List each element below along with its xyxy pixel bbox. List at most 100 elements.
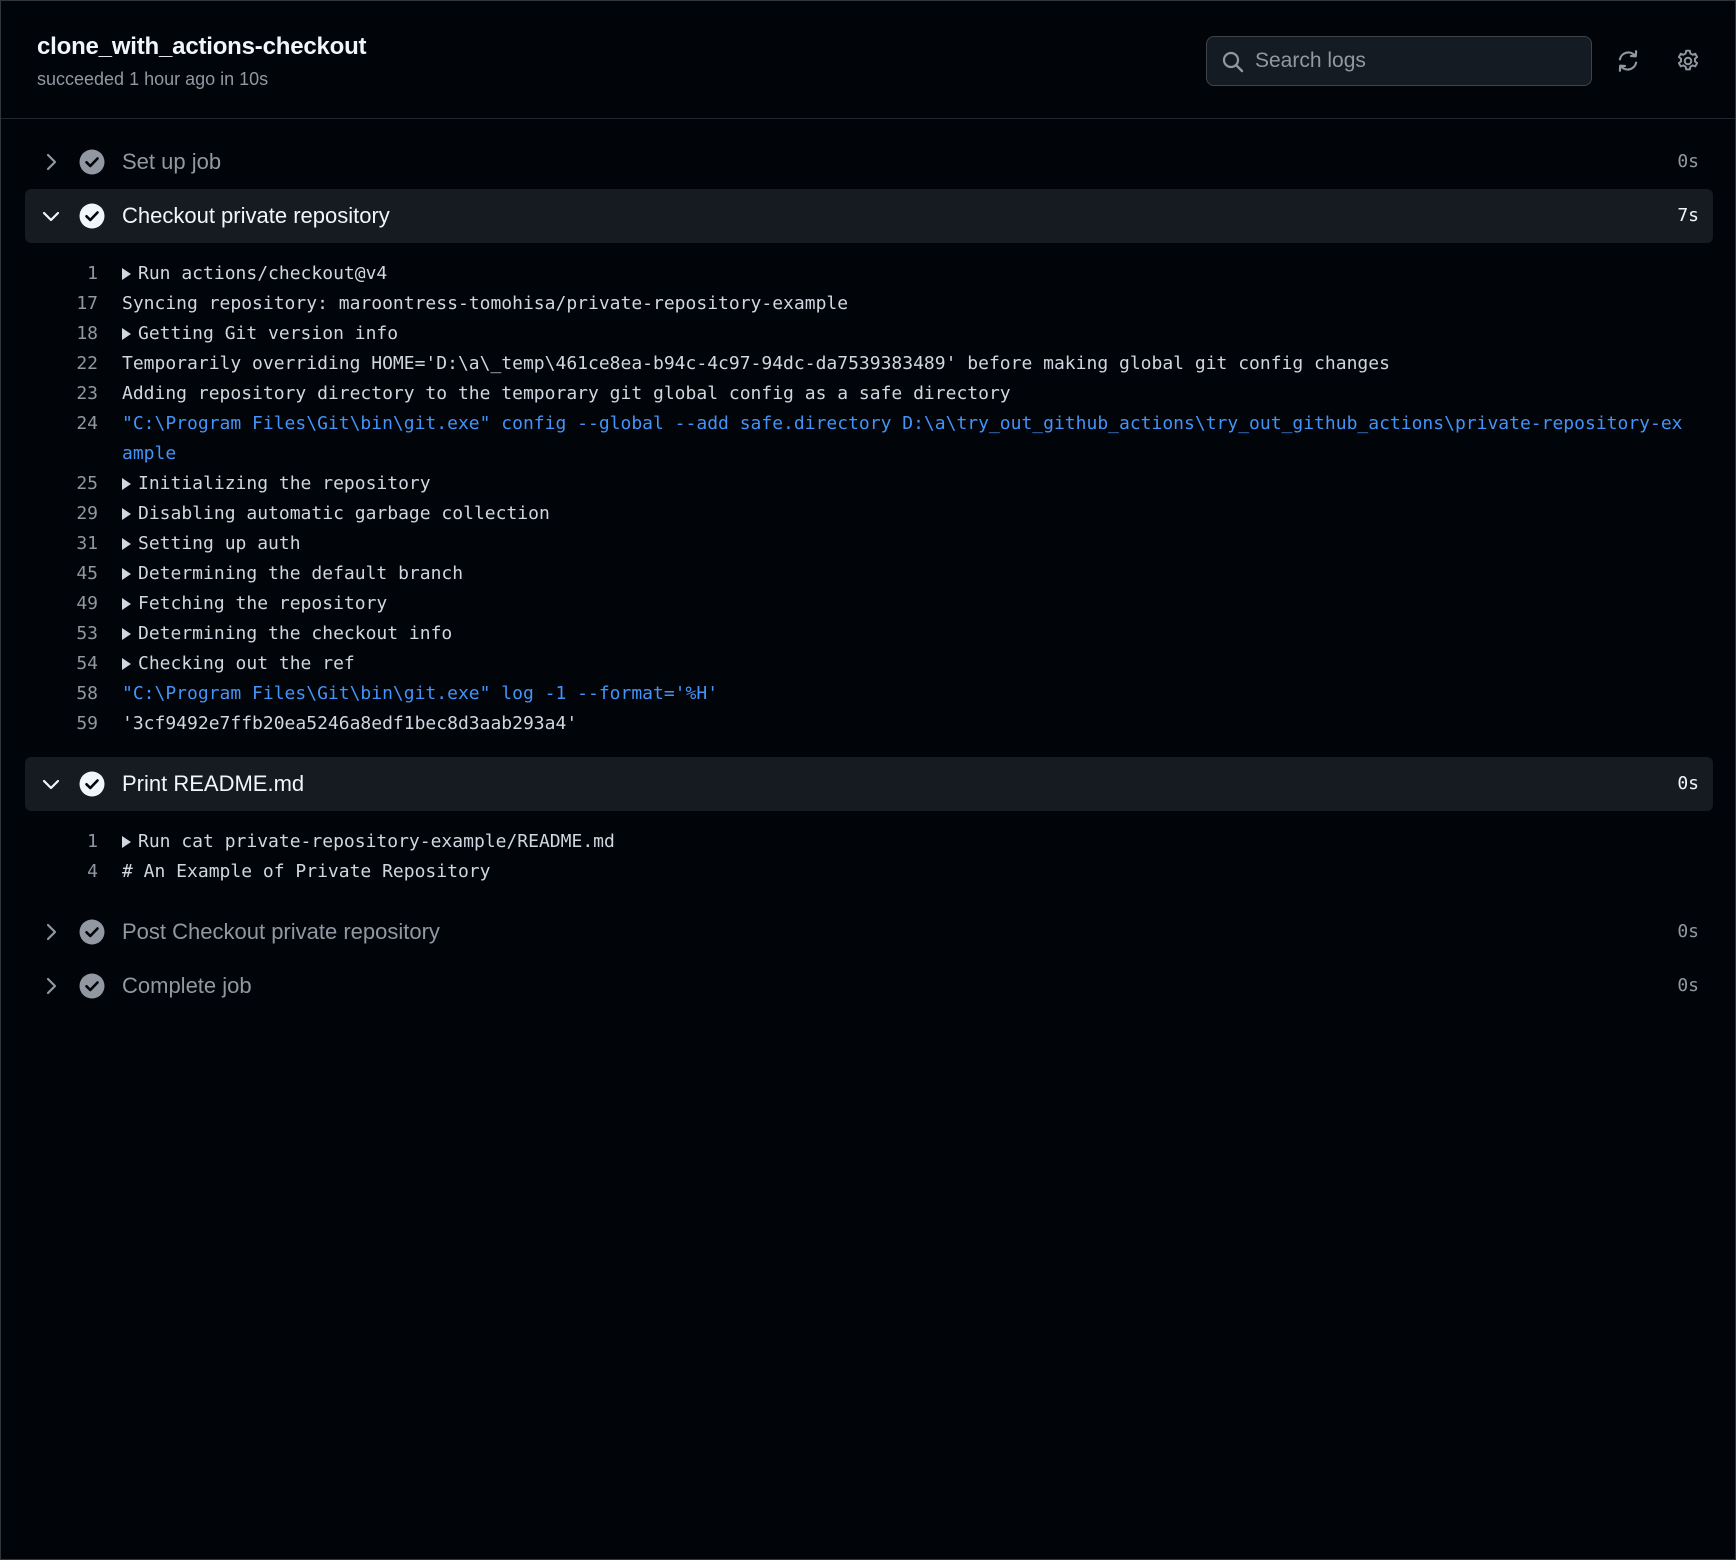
job-steps-list: Set up job 0s Checkout private repositor… <box>25 135 1713 1013</box>
log-line-number[interactable]: 31 <box>25 529 98 559</box>
step-header[interactable]: Complete job 0s <box>25 959 1713 1013</box>
check-circle-icon <box>79 203 105 229</box>
job-title: clone_with_actions-checkout <box>37 33 367 60</box>
log-line-text: Run actions/checkout@v4 <box>98 259 1713 289</box>
expand-triangle-icon[interactable] <box>122 328 131 340</box>
log-line-text: Getting Git version info <box>98 319 1713 349</box>
expand-triangle-icon[interactable] <box>122 598 131 610</box>
log-group-line[interactable]: 49 Fetching the repository <box>25 589 1713 619</box>
log-line: 24 "C:\Program Files\Git\bin\git.exe" co… <box>25 409 1713 469</box>
step-header[interactable]: Post Checkout private repository 0s <box>25 905 1713 959</box>
log-line-text: Setting up auth <box>98 529 1713 559</box>
log-line-number[interactable]: 58 <box>25 679 98 709</box>
expand-triangle-icon[interactable] <box>122 658 131 670</box>
log-line-number[interactable]: 53 <box>25 619 98 649</box>
log-line-number[interactable]: 22 <box>25 349 98 379</box>
refresh-button[interactable] <box>1612 45 1644 77</box>
job-status-summary: succeeded 1 hour ago in 10s <box>37 69 269 89</box>
step-name: Set up job <box>122 149 222 174</box>
log-line-text: Determining the checkout info <box>98 619 1713 649</box>
search-logs-box[interactable] <box>1206 36 1592 86</box>
log-group-line[interactable]: 29 Disabling automatic garbage collectio… <box>25 499 1713 529</box>
log-line-number[interactable]: 4 <box>25 857 98 887</box>
log-line-content: Run actions/checkout@v4 <box>138 263 388 284</box>
gear-icon <box>1677 49 1699 71</box>
log-group-line[interactable]: 54 Checking out the ref <box>25 649 1713 679</box>
log-group-line[interactable]: 25 Initializing the repository <box>25 469 1713 499</box>
log-line-content: '3cf9492e7ffb20ea5246a8edf1bec8d3aab293a… <box>122 713 578 734</box>
log-line: 23 Adding repository directory to the te… <box>25 379 1713 409</box>
log-line-number[interactable]: 1 <box>25 827 98 857</box>
log-line-number[interactable]: 45 <box>25 559 98 589</box>
log-group-line[interactable]: 1 Run cat private-repository-example/REA… <box>25 827 1713 857</box>
step-duration: 0s <box>1677 921 1699 942</box>
log-line-text: "C:\Program Files\Git\bin\git.exe" confi… <box>98 409 1713 469</box>
step-name: Print README.md <box>122 771 305 796</box>
log-line-number[interactable]: 25 <box>25 469 98 499</box>
log-line-content: "C:\Program Files\Git\bin\git.exe" log -… <box>122 683 719 704</box>
log-group-line[interactable]: 31 Setting up auth <box>25 529 1713 559</box>
job-step: Complete job 0s <box>25 959 1713 1013</box>
search-icon <box>1222 51 1244 73</box>
log-line-text: Fetching the repository <box>98 589 1713 619</box>
log-line-number[interactable]: 1 <box>25 259 98 289</box>
expand-triangle-icon[interactable] <box>122 268 131 280</box>
log-line-text: Adding repository directory to the tempo… <box>98 379 1713 409</box>
check-circle-icon <box>79 973 105 999</box>
expand-triangle-icon[interactable] <box>122 836 131 848</box>
log-line-content: Initializing the repository <box>138 473 431 494</box>
log-line-number[interactable]: 54 <box>25 649 98 679</box>
job-log-window: clone_with_actions-checkout succeeded 1 … <box>0 0 1736 1560</box>
job-step: Set up job 0s <box>25 135 1713 189</box>
log-line-content: Checking out the ref <box>138 653 355 674</box>
step-header[interactable]: Print README.md 0s <box>25 757 1713 811</box>
log-line-number[interactable]: 23 <box>25 379 98 409</box>
log-line-text: Run cat private-repository-example/READM… <box>98 827 1713 857</box>
step-duration: 7s <box>1677 205 1699 226</box>
log-line: 4 # An Example of Private Repository <box>25 857 1713 887</box>
expand-triangle-icon[interactable] <box>122 538 131 550</box>
chevron-right-icon <box>46 923 57 941</box>
log-line-text: # An Example of Private Repository <box>98 857 1713 887</box>
log-line-text: Initializing the repository <box>98 469 1713 499</box>
log-line-text: '3cf9492e7ffb20ea5246a8edf1bec8d3aab293a… <box>98 709 1713 739</box>
step-duration: 0s <box>1677 975 1699 996</box>
job-step: Print README.md 0s 1 Run cat private-rep… <box>25 757 1713 905</box>
log-group-line[interactable]: 53 Determining the checkout info <box>25 619 1713 649</box>
log-line-content: Temporarily overriding HOME='D:\a\_temp\… <box>122 353 1390 374</box>
log-line-number[interactable]: 24 <box>25 409 98 469</box>
log-line-number[interactable]: 17 <box>25 289 98 319</box>
log-group-line[interactable]: 18 Getting Git version info <box>25 319 1713 349</box>
search-logs-input[interactable] <box>1255 37 1575 85</box>
log-line-content: Syncing repository: maroontress-tomohisa… <box>122 293 849 314</box>
expand-triangle-icon[interactable] <box>122 568 131 580</box>
expand-triangle-icon[interactable] <box>122 478 131 490</box>
expand-triangle-icon[interactable] <box>122 628 131 640</box>
log-line-text: Checking out the ref <box>98 649 1713 679</box>
log-line-content: Adding repository directory to the tempo… <box>122 383 1011 404</box>
step-duration: 0s <box>1677 151 1699 172</box>
log-line-content: Disabling automatic garbage collection <box>138 503 550 524</box>
log-line-content: "C:\Program Files\Git\bin\git.exe" confi… <box>122 413 1683 464</box>
log-line-content: Getting Git version info <box>138 323 399 344</box>
log-line-number[interactable]: 29 <box>25 499 98 529</box>
step-name: Checkout private repository <box>122 203 390 228</box>
log-group-line[interactable]: 45 Determining the default branch <box>25 559 1713 589</box>
log-line-number[interactable]: 49 <box>25 589 98 619</box>
settings-button[interactable] <box>1672 45 1704 77</box>
log-line-content: Run cat private-repository-example/READM… <box>138 831 615 852</box>
log-line-content: Fetching the repository <box>138 593 388 614</box>
log-line-number[interactable]: 59 <box>25 709 98 739</box>
log-group-line[interactable]: 1 Run actions/checkout@v4 <box>25 259 1713 289</box>
chevron-right-icon <box>46 977 57 995</box>
step-name: Post Checkout private repository <box>122 919 440 944</box>
log-line-content: # An Example of Private Repository <box>122 861 491 882</box>
step-header[interactable]: Set up job 0s <box>25 135 1713 189</box>
log-line: 22 Temporarily overriding HOME='D:\a\_te… <box>25 349 1713 379</box>
step-header[interactable]: Checkout private repository 7s <box>25 189 1713 243</box>
expand-triangle-icon[interactable] <box>122 508 131 520</box>
refresh-icon <box>1618 50 1638 72</box>
chevron-down-icon <box>42 779 60 790</box>
log-line-number[interactable]: 18 <box>25 319 98 349</box>
log-line-text: Syncing repository: maroontress-tomohisa… <box>98 289 1713 319</box>
